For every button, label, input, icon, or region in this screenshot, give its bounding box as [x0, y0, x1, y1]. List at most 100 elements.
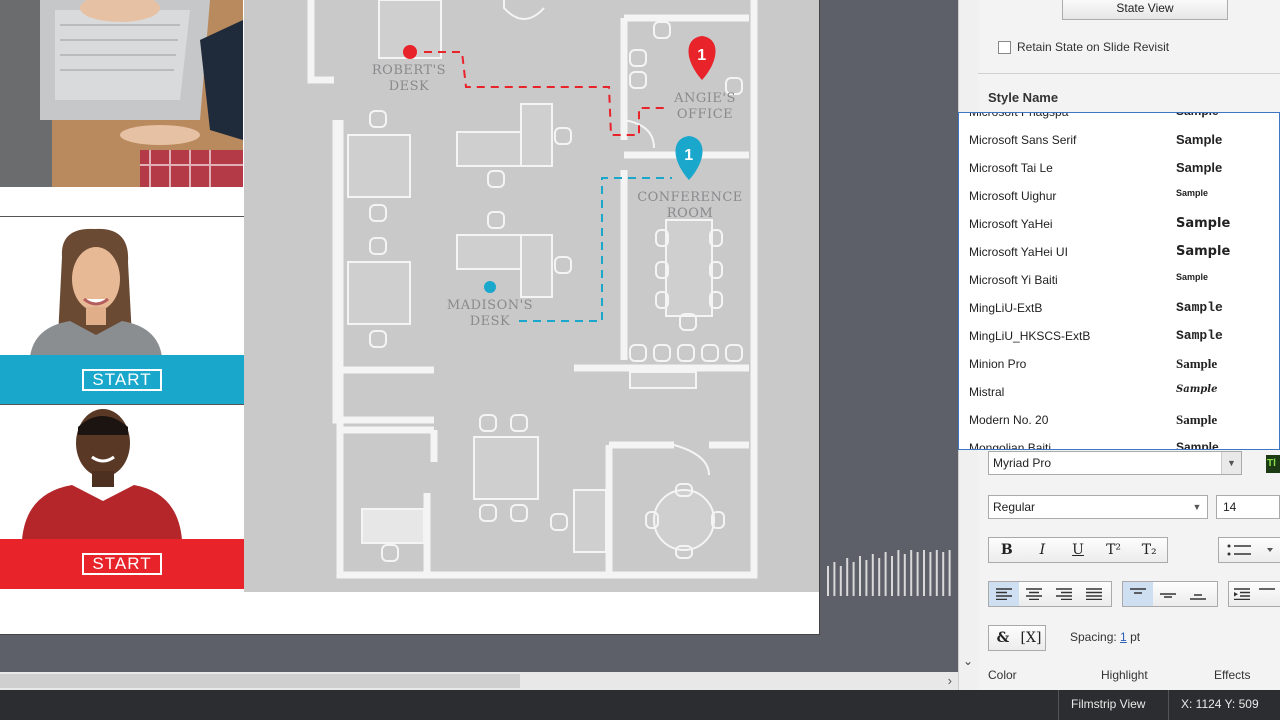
- font-list-item-sample: Sample: [1176, 356, 1218, 371]
- font-list-item[interactable]: Mongolian Baiti Sample: [959, 435, 1279, 450]
- status-bar: Filmstrip View X: 1124 Y: 509: [0, 690, 1280, 720]
- font-list-item[interactable]: Microsoft YaHei UI Sample: [959, 239, 1279, 267]
- font-list-item-name: Microsoft Yi Baiti: [969, 273, 1058, 287]
- font-list-item-name: Microsoft Phagspa: [969, 112, 1069, 119]
- conference-pin-number: 1: [684, 147, 694, 164]
- subscript-button[interactable]: T₂: [1131, 538, 1167, 562]
- align-justify-icon[interactable]: [1079, 582, 1109, 606]
- font-list-item[interactable]: Modern No. 20 Sample: [959, 407, 1279, 435]
- font-family-select[interactable]: Myriad Pro ▼: [988, 451, 1242, 475]
- angie-pin-number: 1: [697, 47, 707, 64]
- indent-buttons: [1228, 581, 1280, 607]
- robert-start-bar: START: [0, 539, 244, 589]
- font-style-value: Regular: [993, 500, 1036, 514]
- font-family-dropdown-list[interactable]: Microsoft PhagspaSampleMicrosoft Sans Se…: [958, 112, 1280, 450]
- font-list-item-sample: Sample: [1176, 244, 1231, 259]
- style-name-heading: Style Name: [988, 90, 1059, 105]
- text-format-buttons: B I U T² T₂: [988, 537, 1168, 563]
- robert-card: START: [0, 404, 244, 591]
- font-list-item-name: Mistral: [969, 385, 1005, 399]
- align-middle-icon[interactable]: [1153, 582, 1183, 606]
- audio-waveform: [827, 550, 951, 596]
- spacing-row: Spacing: 1 pt: [1070, 630, 1140, 644]
- font-list-item-sample: Sample: [1176, 132, 1223, 147]
- font-family-value: Myriad Pro: [993, 456, 1052, 470]
- madisons-desk-label: MADISON'S DESK: [446, 298, 534, 329]
- tab-highlight[interactable]: Highlight: [1101, 668, 1148, 682]
- font-list-item[interactable]: Microsoft YaHei Sample: [959, 211, 1279, 239]
- superscript-button[interactable]: T²: [1096, 538, 1132, 562]
- align-left-icon[interactable]: [989, 582, 1019, 606]
- font-list-item-sample: Sample: [1176, 300, 1223, 315]
- align-top-icon[interactable]: [1123, 582, 1153, 606]
- spacing-value[interactable]: 1: [1120, 630, 1127, 644]
- font-list-item[interactable]: Microsoft Yi Baiti Sample: [959, 267, 1279, 295]
- floor-plan-drawing: [307, 0, 758, 579]
- font-list-item-name: Microsoft YaHei: [969, 217, 1053, 231]
- font-list-item-name: Microsoft Uighur: [969, 189, 1057, 203]
- font-style-select[interactable]: Regular ▼: [988, 495, 1208, 519]
- font-list-item-sample: Sample: [1176, 384, 1218, 395]
- scroll-right-arrow-icon[interactable]: ›: [948, 672, 952, 690]
- insert-symbol-button[interactable]: &: [989, 626, 1017, 650]
- font-size-select[interactable]: 14: [1216, 495, 1280, 519]
- bold-button[interactable]: B: [989, 538, 1025, 562]
- bullets-dropdown[interactable]: [1218, 537, 1280, 563]
- slide-canvas[interactable]: START START 1 1 ROBERT'S DESK ANGIE'S OF…: [0, 0, 820, 635]
- bullet-list-icon: [1227, 544, 1273, 556]
- roberts-desk-label: ROBERT'S DESK: [371, 63, 447, 94]
- horizontal-align-buttons: [988, 581, 1112, 607]
- chevron-down-icon[interactable]: ▼: [1187, 496, 1207, 518]
- font-list-item-name: MingLiU_HKSCS-ExtB: [969, 329, 1091, 343]
- angies-office-label: ANGIE'S OFFICE: [674, 91, 736, 122]
- align-center-icon[interactable]: [1019, 582, 1049, 606]
- font-list-item-name: Microsoft Tai Le: [969, 161, 1053, 175]
- font-list-item-sample: Sample: [1176, 412, 1218, 427]
- scroll-down-arrow-icon[interactable]: ⌄: [963, 654, 973, 668]
- font-size-value: 14: [1223, 500, 1237, 514]
- madison-start-bar: START: [0, 355, 244, 404]
- font-list-item-sample: Sample: [1176, 188, 1209, 198]
- align-bottom-icon[interactable]: [1183, 582, 1213, 606]
- font-list-item-sample: Sample: [1176, 160, 1223, 175]
- font-list-item-name: Minion Pro: [969, 357, 1027, 371]
- state-view-button[interactable]: State View: [1062, 0, 1228, 20]
- cursor-coordinates: X: 1124 Y: 509: [1168, 690, 1271, 720]
- font-list-item[interactable]: Microsoft Sans Serif Sample: [959, 127, 1279, 155]
- chevron-down-icon[interactable]: ▼: [1221, 452, 1241, 474]
- font-list-item[interactable]: Mistral Sample: [959, 379, 1279, 407]
- robert-start-button[interactable]: START: [82, 553, 162, 575]
- font-list-item[interactable]: MingLiU-ExtB Sample: [959, 295, 1279, 323]
- font-list-item[interactable]: Microsoft Phagspa Sample: [959, 112, 1279, 127]
- font-list-item-name: Mongolian Baiti: [969, 441, 1052, 450]
- italic-button[interactable]: I: [1025, 538, 1061, 562]
- spacing-label: Spacing:: [1070, 630, 1117, 644]
- madison-start-button[interactable]: START: [82, 369, 162, 391]
- stage-horizontal-scrollbar[interactable]: ›: [0, 672, 958, 690]
- stage-scroll-thumb[interactable]: [0, 674, 520, 688]
- outdent-icon[interactable]: [1229, 582, 1255, 606]
- font-list-item-sample: Sample: [1176, 113, 1219, 118]
- text-effects-tabs: Color Highlight Effects: [978, 668, 1280, 690]
- stage-area: START START 1 1 ROBERT'S DESK ANGIE'S OF…: [0, 0, 958, 690]
- font-list-item-name: Microsoft Sans Serif: [969, 133, 1077, 147]
- panel-divider: [978, 73, 1280, 74]
- font-list-item-sample: Sample: [1176, 440, 1219, 450]
- font-list-item[interactable]: Minion Pro Sample: [959, 351, 1279, 379]
- tab-effects[interactable]: Effects: [1214, 668, 1250, 682]
- align-right-icon[interactable]: [1049, 582, 1079, 606]
- retain-state-row[interactable]: Retain State on Slide Revisit: [998, 40, 1169, 54]
- spacing-unit: pt: [1130, 630, 1141, 644]
- font-list-item[interactable]: Microsoft Uighur Sample: [959, 183, 1279, 211]
- insert-variable-button[interactable]: [X]: [1017, 626, 1045, 650]
- madison-portrait: [0, 217, 244, 357]
- font-list-item[interactable]: Microsoft Tai Le Sample: [959, 155, 1279, 183]
- indent-icon[interactable]: [1255, 582, 1280, 606]
- underline-button[interactable]: U: [1060, 538, 1096, 562]
- font-list-item[interactable]: MingLiU_HKSCS-ExtB Sample: [959, 323, 1279, 351]
- tab-color[interactable]: Color: [988, 668, 1017, 682]
- retain-state-checkbox[interactable]: [998, 40, 1011, 54]
- vertical-align-buttons: [1122, 581, 1218, 607]
- filmstrip-view-button[interactable]: Filmstrip View: [1058, 690, 1157, 720]
- robert-portrait: [0, 405, 244, 540]
